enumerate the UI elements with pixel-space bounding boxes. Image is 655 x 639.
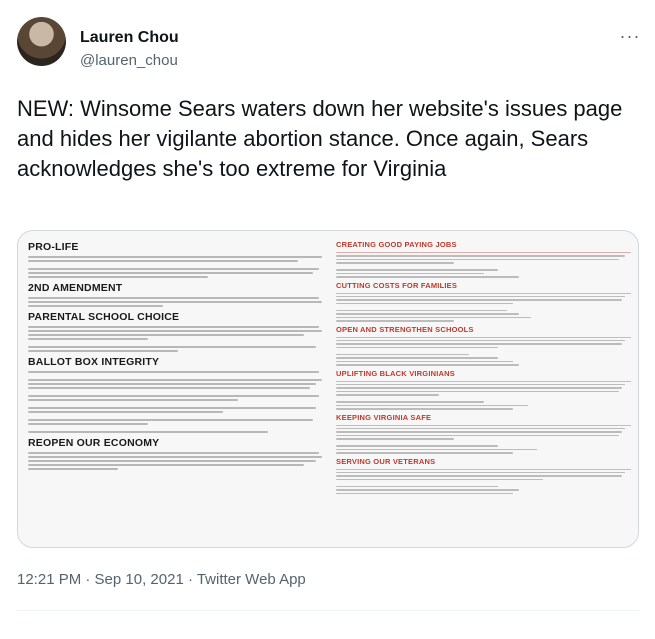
issue-heading: REOPEN OUR ECONOMY bbox=[28, 437, 160, 449]
tweet-image[interactable]: PRO-LIFE 2ND AMENDMENT PARENTAL SCHOOL C… bbox=[17, 230, 639, 548]
issue-heading: UPLIFTING BLACK VIRGINIANS bbox=[336, 368, 455, 378]
body-text bbox=[336, 427, 631, 454]
body-text bbox=[28, 371, 328, 433]
avatar[interactable] bbox=[17, 17, 66, 66]
issue-heading: CUTTING COSTS FOR FAMILIES bbox=[336, 280, 458, 290]
body-text bbox=[336, 295, 631, 322]
heading-rule bbox=[336, 424, 631, 426]
issue-heading: 2ND AMENDMENT bbox=[28, 282, 123, 294]
issue-heading: KEEPING VIRGINIA SAFE bbox=[336, 412, 432, 422]
heading-rule bbox=[336, 380, 631, 382]
heading-rule bbox=[336, 292, 631, 294]
body-text bbox=[336, 339, 631, 366]
issue-heading: SERVING OUR VETERANS bbox=[336, 456, 436, 466]
heading-rule bbox=[336, 252, 631, 253]
tweet-timestamp[interactable]: 12:21 PM · Sep 10, 2021 · Twitter Web Ap… bbox=[17, 571, 306, 588]
body-text bbox=[336, 383, 631, 410]
issue-heading: OPEN AND STRENGTHEN SCHOOLS bbox=[336, 324, 474, 334]
body-text bbox=[28, 297, 328, 307]
issue-heading: PRO-LIFE bbox=[28, 241, 79, 253]
body-text bbox=[336, 471, 631, 494]
body-text bbox=[28, 326, 328, 352]
heading-rule bbox=[336, 468, 631, 470]
document-left-column: PRO-LIFE 2ND AMENDMENT PARENTAL SCHOOL C… bbox=[28, 237, 328, 473]
body-text bbox=[28, 452, 328, 470]
user-handle[interactable]: @lauren_chou bbox=[80, 52, 178, 69]
display-name[interactable]: Lauren Chou bbox=[80, 29, 179, 47]
body-text bbox=[28, 256, 328, 278]
more-options-icon[interactable]: ··· bbox=[618, 27, 642, 48]
document-right-column: CREATING GOOD PAYING JOBS CUTTING COSTS … bbox=[336, 237, 631, 497]
divider bbox=[17, 610, 639, 611]
tweet-text: NEW: Winsome Sears waters down her websi… bbox=[17, 96, 623, 181]
issue-heading: PARENTAL SCHOOL CHOICE bbox=[28, 311, 180, 323]
issue-heading: BALLOT BOX INTEGRITY bbox=[28, 356, 160, 368]
heading-rule bbox=[336, 336, 631, 338]
issue-heading: CREATING GOOD PAYING JOBS bbox=[336, 240, 457, 249]
body-text bbox=[336, 255, 631, 278]
tweet: Lauren Chou @lauren_chou ··· NEW: Winsom… bbox=[0, 0, 655, 639]
